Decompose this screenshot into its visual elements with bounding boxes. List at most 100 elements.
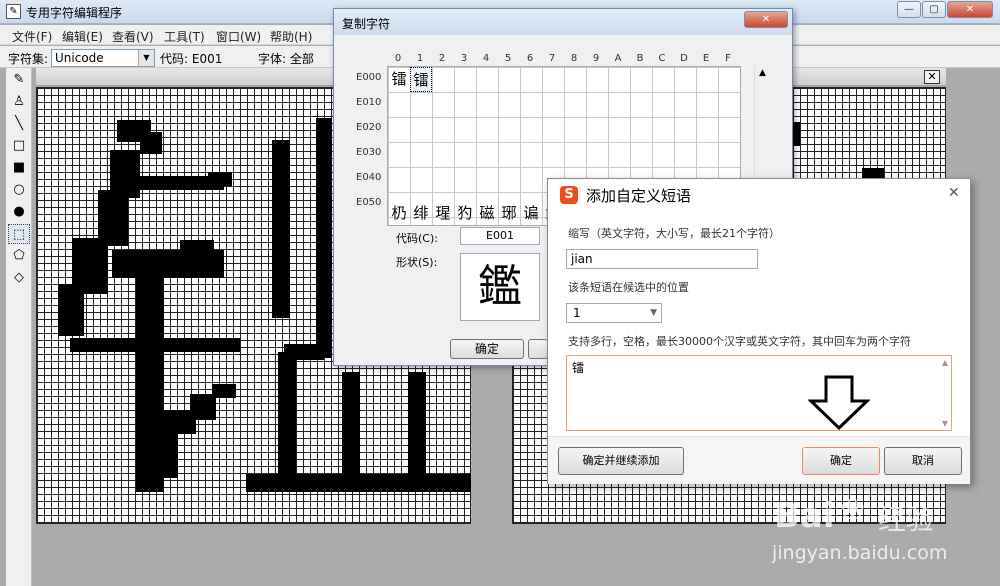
line-icon[interactable]: ╲ [8,114,30,134]
copy-dialog-title: 复制字符 [342,17,391,31]
confirm-and-add-more-button[interactable]: 确定并继续添加 [558,447,684,475]
char-cell-selected[interactable]: 镭 [410,67,432,92]
copy-ok-button[interactable]: 确定 [450,339,524,359]
code-label: 代码(C): [396,232,438,245]
copy-dialog-close-button[interactable]: ✕ [744,11,788,28]
scroll-up-icon[interactable]: ▲ [759,68,766,78]
close-window-button[interactable]: ✕ [947,1,993,18]
abbr-input[interactable]: jian [566,249,758,269]
column-header: 1 [416,53,424,64]
sogou-logo-icon: S [560,186,578,204]
char-cell[interactable]: 磁 [476,201,498,226]
char-cell[interactable]: 瑆 [432,201,454,226]
ellipse-outline-icon[interactable]: ○ [8,180,30,200]
column-header: E [702,53,710,64]
char-cell[interactable]: 琊 [498,201,520,226]
glyph-stroke [278,352,296,480]
baidu-watermark: Bai ❀ 经验 jingyan.baidu.com [760,488,1000,586]
phrase-dialog-close-button[interactable]: ✕ [948,185,960,201]
column-header: 0 [394,53,402,64]
abbr-label: 缩写（英文字符，大小写，最长21个字符） [568,227,780,240]
column-header: 3 [460,53,468,64]
code-readout: 代码: E001 [160,52,223,66]
row-header: E000 [356,72,382,83]
scroll-up-icon[interactable]: ▲ [942,358,948,367]
editor-close-button[interactable]: ✕ [924,70,940,84]
content-label: 支持多行，空格，最长30000个汉字或英文字符，其中回车为两个字符 [568,335,911,348]
chevron-down-icon: ▼ [138,50,154,66]
row-header: E050 [356,197,382,208]
pencil-app-icon: ✎ [6,4,21,19]
glyph-stroke [272,140,290,318]
menu-file[interactable]: 文件(F) [12,28,52,45]
minimize-button[interactable]: — [897,1,921,18]
column-header: A [614,53,622,64]
rect-select-icon[interactable]: ⬚ [8,224,30,244]
row-header: E040 [356,172,382,183]
phrase-dialog-titlebar: S 添加自定义短语 ✕ [548,179,970,211]
char-cell[interactable]: 犳 [454,201,476,226]
phrase-ok-button[interactable]: 确定 [802,447,880,475]
ellipse-filled-icon[interactable]: ● [8,202,30,222]
font-readout: 字体: 全部 [258,52,314,66]
glyph-stroke [140,132,162,154]
copy-cancel-button-partial[interactable] [528,339,548,359]
freeform-select-icon[interactable]: ⬠ [8,246,30,266]
char-cell[interactable]: 谝 [520,201,542,226]
copy-dialog-titlebar: 复制字符 ✕ [334,9,792,35]
content-textarea[interactable]: 镭 ▲ ▼ [566,355,952,431]
menu-view[interactable]: 查看(V) [112,28,154,45]
column-header: 6 [526,53,534,64]
paw-icon: ❀ [840,492,866,527]
charset-label: 字符集: [8,52,49,66]
position-select[interactable]: 1 ▼ [566,303,662,323]
glyph-stroke [208,172,232,186]
rectangle-filled-icon[interactable]: ■ [8,158,30,178]
row-header: E030 [356,147,382,158]
position-value: 1 [573,306,581,320]
menu-edit[interactable]: 编辑(E) [62,28,103,45]
watermark-brand-cn: 经验 [878,503,935,536]
column-header: 5 [504,53,512,64]
glyph-stroke [150,430,178,478]
char-cell[interactable]: 镭 [388,67,410,92]
menu-window[interactable]: 窗口(W) [216,28,261,45]
glyph-stroke [246,474,471,492]
glyph-stroke [408,372,426,480]
column-header: 2 [438,53,446,64]
glyph-stroke [342,372,360,480]
watermark-url: jingyan.baidu.com [772,542,948,564]
char-cell[interactable]: 㭁 [388,201,410,226]
column-header: B [636,53,644,64]
menu-help[interactable]: 帮助(H) [270,28,312,45]
pencil-icon[interactable]: ✎ [8,70,30,90]
char-cell[interactable]: 绯 [410,201,432,226]
maximize-button[interactable]: ▢ [922,1,946,18]
glyph-stroke [180,240,214,254]
charset-select[interactable]: Unicode ▼ [51,49,155,67]
row-header: E020 [356,122,382,133]
column-header: 8 [570,53,578,64]
fill-bucket-icon[interactable]: ♙ [8,92,30,112]
chevron-down-icon: ▼ [650,308,657,318]
column-header: C [658,53,666,64]
phrase-dialog-footer: 确定并继续添加 确定 取消 [548,436,970,484]
rectangle-outline-icon[interactable]: □ [8,136,30,156]
phrase-cancel-button[interactable]: 取消 [884,447,962,475]
code-field[interactable]: E001 [460,227,540,245]
down-arrow-annotation-icon [808,375,870,431]
scroll-down-icon[interactable]: ▼ [942,419,948,428]
glyph-stroke [316,118,332,358]
glyph-stroke [112,250,224,278]
eraser-icon[interactable]: ◇ [8,268,30,288]
position-label: 该条短语在候选中的位置 [568,281,689,294]
shape-label: 形状(S): [396,256,438,269]
glyph-stroke [58,284,84,336]
column-header: 7 [548,53,556,64]
watermark-brand: Bai [774,496,835,536]
column-header: F [725,53,731,64]
column-header: 4 [482,53,490,64]
menu-tools[interactable]: 工具(T) [164,28,205,45]
shape-preview: 鑑 [460,253,540,321]
content-value: 镭 [572,361,585,375]
